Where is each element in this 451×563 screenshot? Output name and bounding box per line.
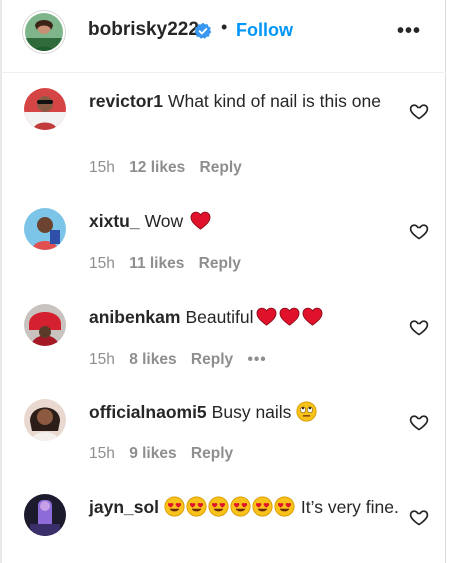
author-username[interactable]: bobrisky222 — [88, 19, 199, 41]
comment-username[interactable]: jayn_sol — [89, 497, 159, 517]
comment-username[interactable]: xixtu_ — [89, 211, 140, 231]
reply-button[interactable]: Reply — [199, 255, 241, 272]
follow-button[interactable]: Follow — [236, 20, 293, 41]
commenter-avatar[interactable] — [24, 304, 66, 346]
comment-content: Beautiful — [185, 307, 254, 327]
comment-meta: 15h 12 likes Reply — [89, 159, 252, 177]
comment-username[interactable]: officialnaomi5 — [89, 402, 207, 422]
like-heart-icon[interactable] — [409, 101, 429, 121]
comment-text: revictor1 What kind of nail is this one — [89, 89, 389, 113]
heart-eyes-emoji — [274, 496, 295, 517]
like-heart-icon[interactable] — [409, 317, 429, 337]
like-heart-icon[interactable] — [409, 507, 429, 527]
comment-content: Wow — [144, 211, 184, 231]
header-separator: • — [221, 17, 228, 37]
comment-likes[interactable]: 8 likes — [129, 351, 176, 368]
comment-time[interactable]: 15h — [89, 351, 115, 368]
comment-text: xixtu_ Wow — [89, 209, 389, 233]
comment-likes[interactable]: 11 likes — [129, 255, 184, 272]
verified-badge-icon — [194, 22, 212, 40]
comment-username[interactable]: anibenkam — [89, 307, 180, 327]
red-heart-emoji — [190, 211, 211, 230]
reply-button[interactable]: Reply — [191, 351, 233, 368]
heart-eyes-emoji — [230, 496, 251, 517]
rolling-eyes-emoji — [296, 401, 317, 422]
comment-meta: 15h 9 likes Reply — [89, 445, 243, 463]
comment-likes[interactable]: 9 likes — [129, 445, 176, 462]
commenter-avatar[interactable] — [24, 399, 66, 441]
panel-edge — [0, 0, 2, 563]
comment-meta: 15h 8 likes Reply ••• — [89, 351, 277, 369]
comment-time[interactable]: 15h — [89, 255, 115, 272]
comment-likes[interactable]: 12 likes — [129, 159, 185, 176]
comment-meta: 15h 11 likes Reply — [89, 255, 251, 273]
red-heart-emoji — [302, 307, 323, 326]
post-header: bobrisky222 • Follow ••• — [0, 0, 446, 73]
heart-eyes-emoji — [252, 496, 273, 517]
heart-eyes-emoji — [186, 496, 207, 517]
commenter-avatar[interactable] — [24, 494, 66, 536]
red-heart-emoji — [256, 307, 277, 326]
commenter-avatar[interactable] — [24, 88, 66, 130]
comment-text: officialnaomi5 Busy nails — [89, 400, 389, 424]
reply-button[interactable]: Reply — [200, 159, 242, 176]
comment-username[interactable]: revictor1 — [89, 91, 163, 111]
commenter-avatar[interactable] — [24, 208, 66, 250]
comment-text: anibenkam Beautiful — [89, 305, 389, 329]
red-heart-emoji — [279, 307, 300, 326]
comment-text: jayn_sol It’s very fine. — [89, 495, 399, 519]
more-options-icon[interactable]: ••• — [397, 20, 421, 43]
comments-panel: bobrisky222 • Follow ••• revictor1 What k… — [0, 0, 446, 563]
like-heart-icon[interactable] — [409, 221, 429, 241]
comment-content: Busy nails — [211, 402, 292, 422]
reply-button[interactable]: Reply — [191, 445, 233, 462]
heart-eyes-emoji — [208, 496, 229, 517]
heart-eyes-emoji — [164, 496, 185, 517]
comment-time[interactable]: 15h — [89, 159, 115, 176]
comment-time[interactable]: 15h — [89, 445, 115, 462]
comment-content: It’s very fine. — [300, 497, 399, 517]
author-avatar[interactable] — [22, 10, 66, 54]
comment-options-icon[interactable]: ••• — [247, 351, 266, 368]
comment-content: What kind of nail is this one — [167, 91, 381, 111]
like-heart-icon[interactable] — [409, 412, 429, 432]
